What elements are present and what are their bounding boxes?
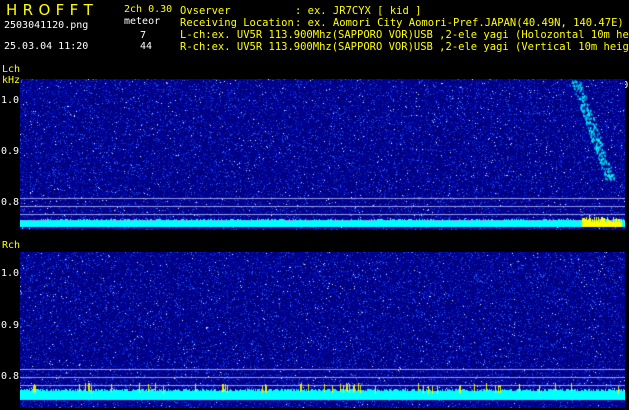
lch-receiver-info: L-ch:ex. UV5R 113.900Mhz(SAPPORO VOR)USB… bbox=[180, 29, 629, 41]
lch-ytick-0.9: 0.9 bbox=[1, 146, 20, 157]
observer-label: Ovserver bbox=[180, 5, 231, 17]
rch-spectrogram bbox=[20, 252, 625, 408]
lch-meteor-count: 7 bbox=[140, 30, 147, 41]
rch-ytick-1.0: 1.0 bbox=[1, 268, 20, 279]
meteor-label: meteor bbox=[124, 16, 161, 27]
rch-ytick-0.9: 0.9 bbox=[1, 320, 20, 331]
observer-value: : ex. JR7CYX [ kid ] bbox=[295, 5, 422, 17]
lch-spectrogram bbox=[20, 79, 625, 230]
location-value: : ex. Aomori City Aomori-Pref.JAPAN(40.4… bbox=[295, 17, 624, 29]
rch-receiver-info: R-ch:ex. UV5R 113.900Mhz(SAPPORO VOR)USB… bbox=[180, 41, 629, 53]
datetime: 25.03.04 11:20 bbox=[4, 41, 89, 52]
app-title: H R O F F T bbox=[6, 1, 94, 19]
filename: 2503041120.png bbox=[4, 20, 89, 31]
rch-meteor-count: 44 bbox=[140, 41, 153, 52]
lch-unit-label: kHz bbox=[2, 75, 21, 86]
rch-ytick-0.8: 0.8 bbox=[1, 371, 20, 382]
location-label: Receiving Location bbox=[180, 17, 294, 29]
lch-label: Lch bbox=[2, 64, 21, 75]
lch-ytick-1.0: 1.0 bbox=[1, 95, 20, 106]
lch-ytick-0.8: 0.8 bbox=[1, 197, 20, 208]
mode-label: 2ch 0.30 bbox=[124, 4, 173, 15]
rch-label: Rch bbox=[2, 240, 21, 251]
